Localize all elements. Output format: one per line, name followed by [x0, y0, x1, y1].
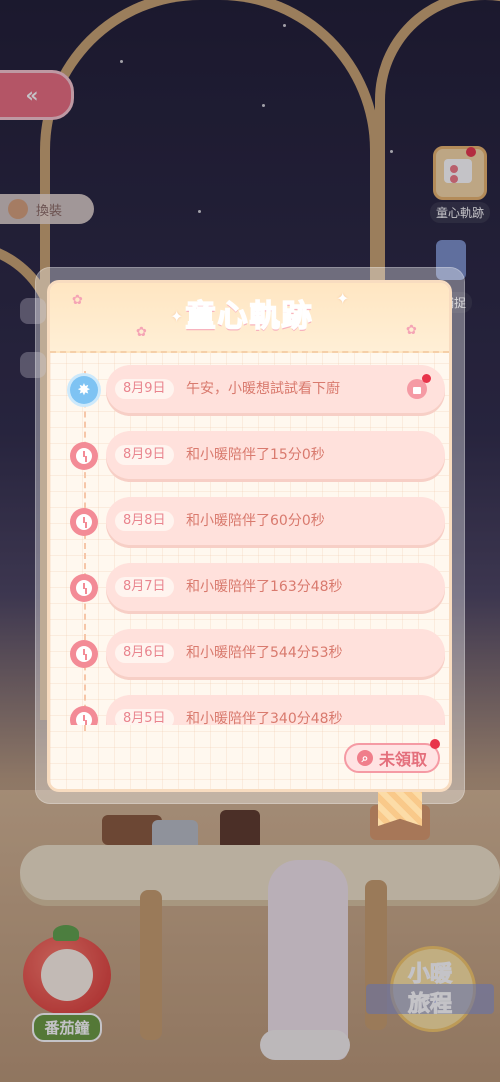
entry-date: 8月6日 [115, 643, 174, 663]
panel-title: 童心軌跡 [185, 298, 314, 335]
entry-pill[interactable]: 8月9日 和小暖陪伴了15分0秒 [106, 431, 445, 479]
search-icon [356, 750, 373, 766]
lock-icon[interactable] [407, 374, 431, 399]
entry-text: 和小暖陪伴了544分53秒 [186, 645, 343, 661]
list-item[interactable]: 8月8日 和小暖陪伴了60分0秒 [50, 497, 449, 547]
clock-icon [70, 706, 98, 725]
entry-pill[interactable]: 8月5日 和小暖陪伴了340分48秒 [106, 695, 445, 725]
clock-icon [70, 640, 98, 668]
entry-list[interactable]: 8月9日 午安，小暖想試試看下廚 8月9日 和小暖陪伴了15分0秒 8月8日 和… [50, 365, 449, 725]
notification-dot [422, 374, 431, 383]
list-item[interactable]: 8月9日 和小暖陪伴了15分0秒 [50, 431, 449, 481]
star-icon [70, 376, 98, 404]
entry-text: 和小暖陪伴了60分0秒 [186, 513, 325, 529]
list-item[interactable]: 8月7日 和小暖陪伴了163分48秒 [50, 563, 449, 613]
panel-header: ✿ ✿ ✿ ✦ ✦ 童心軌跡 [50, 283, 449, 353]
unclaimed-label: 未領取 [378, 750, 427, 769]
list-item[interactable]: 8月9日 午安，小暖想試試看下廚 [50, 365, 449, 415]
entry-text: 和小暖陪伴了15分0秒 [186, 447, 325, 463]
notification-dot [430, 739, 440, 749]
list-item[interactable]: 8月6日 和小暖陪伴了544分53秒 [50, 629, 449, 679]
clock-icon [70, 574, 98, 602]
clock-icon [70, 508, 98, 536]
list-item[interactable]: 8月5日 和小暖陪伴了340分48秒 [50, 695, 449, 725]
entry-date: 8月9日 [115, 379, 174, 399]
entry-date: 8月9日 [115, 445, 174, 465]
clock-icon [70, 442, 98, 470]
entry-pill[interactable]: 8月9日 午安，小暖想試試看下廚 [106, 365, 445, 413]
entry-text: 午安，小暖想試試看下廚 [186, 381, 340, 397]
unclaimed-button[interactable]: 未領取 [344, 739, 440, 773]
entry-date: 8月8日 [115, 511, 174, 531]
entry-date: 8月5日 [115, 709, 174, 725]
track-panel: ✿ ✿ ✿ ✦ ✦ 童心軌跡 8月9日 午安，小暖想試試看下廚 8月9日 和小暖… [47, 280, 452, 792]
entry-text: 和小暖陪伴了163分48秒 [186, 579, 343, 595]
entry-pill[interactable]: 8月6日 和小暖陪伴了544分53秒 [106, 629, 445, 677]
entry-text: 和小暖陪伴了340分48秒 [186, 711, 343, 725]
entry-pill[interactable]: 8月7日 和小暖陪伴了163分48秒 [106, 563, 445, 611]
entry-date: 8月7日 [115, 577, 174, 597]
entry-pill[interactable]: 8月8日 和小暖陪伴了60分0秒 [106, 497, 445, 545]
